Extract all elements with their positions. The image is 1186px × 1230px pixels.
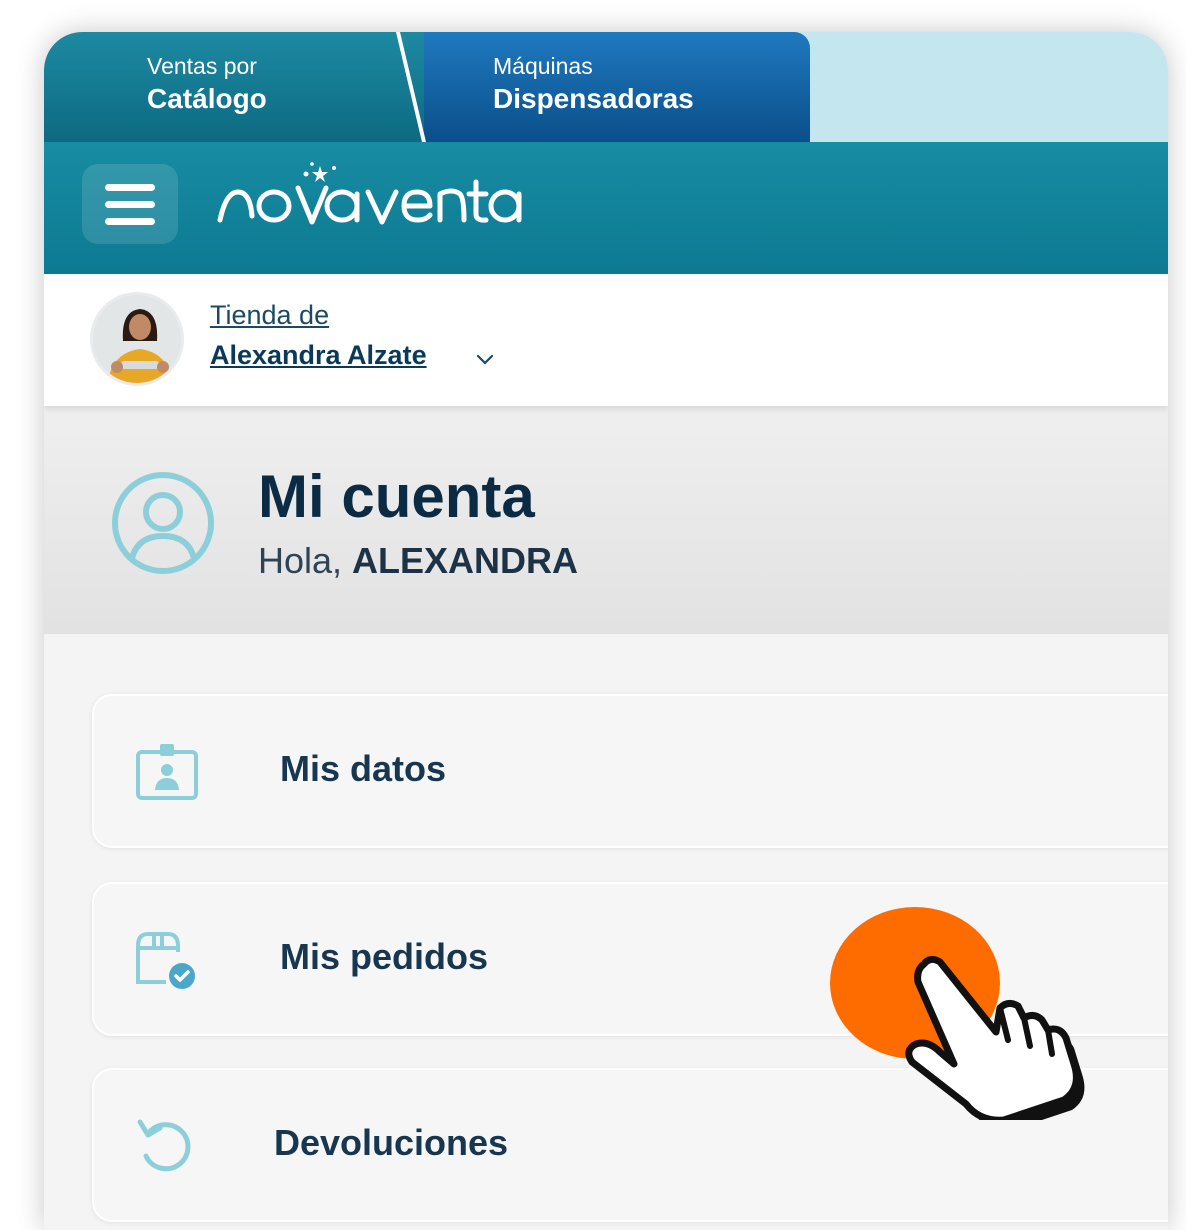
page-title: Mi cuenta <box>258 463 535 530</box>
store-owner-name[interactable]: Alexandra Alzate <box>210 340 427 371</box>
tab-maquinas-small: Máquinas <box>493 53 593 79</box>
package-check-icon <box>136 932 195 989</box>
tab-catalogo-small: Ventas por <box>147 53 257 79</box>
menu-item-label: Mis datos <box>280 748 447 789</box>
hamburger-line <box>105 200 155 208</box>
account-header: Mi cuenta Hola, ALEXANDRA <box>44 406 1168 634</box>
avatar-image <box>93 295 181 383</box>
tab-divider <box>396 32 426 142</box>
hamburger-menu-button[interactable] <box>82 164 178 244</box>
tab-catalogo-label[interactable]: Ventas por Catálogo <box>147 52 267 116</box>
user-circle-icon <box>112 472 214 574</box>
logo-text: novaventa <box>216 158 221 159</box>
brand-header: novaventa <box>44 142 1168 274</box>
business-tabs: Ventas por Catálogo Máquinas Dispensador… <box>44 32 1168 142</box>
menu-item-label: Devoluciones <box>274 1122 509 1163</box>
tab-maquinas-label[interactable]: Máquinas Dispensadoras <box>493 52 694 116</box>
user-name: ALEXANDRA <box>352 540 579 581</box>
id-card-icon <box>136 744 198 800</box>
pointing-hand-cursor-icon <box>905 955 1085 1120</box>
tab-maquinas-big: Dispensadoras <box>493 82 694 114</box>
undo-arrow-icon <box>137 1119 191 1172</box>
novaventa-logo[interactable]: novaventa <box>216 158 526 238</box>
store-selector[interactable]: Tienda de Alexandra Alzate <box>44 274 1168 406</box>
greeting: Hola, ALEXANDRA <box>258 540 578 582</box>
greeting-prefix: Hola, <box>258 540 353 581</box>
hamburger-line <box>105 217 155 225</box>
avatar <box>90 292 184 386</box>
menu-item-mis-datos[interactable]: Mis datos <box>92 694 1168 848</box>
menu-item-label: Mis pedidos <box>280 936 489 977</box>
store-label[interactable]: Tienda de <box>210 300 329 331</box>
hamburger-line <box>105 183 155 191</box>
chevron-down-icon[interactable] <box>476 354 494 366</box>
tab-catalogo-big: Catálogo <box>147 82 267 114</box>
